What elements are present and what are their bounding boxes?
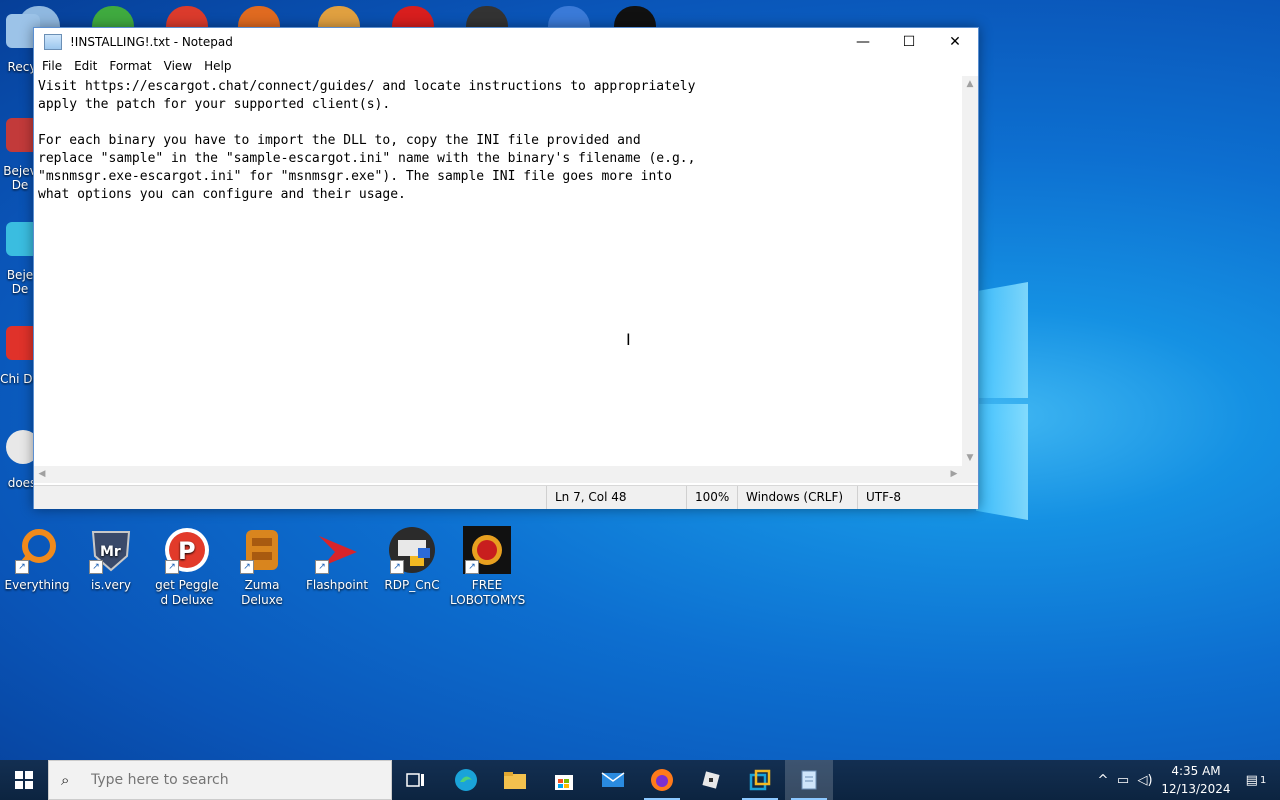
taskbar-app-blue[interactable] [736,760,784,800]
lobotomy-icon: ↗ [463,526,511,574]
minimize-button[interactable]: — [840,28,886,56]
horizontal-scrollbar[interactable]: ◀ ▶ [34,466,962,483]
svg-text:Mr: Mr [100,544,121,560]
taskbar-clock[interactable]: 4:35 AM 12/13/2024 [1160,762,1232,798]
scroll-right-icon[interactable]: ▶ [946,466,962,483]
status-position: Ln 7, Col 48 [546,486,627,509]
notepad-app-icon [44,34,62,50]
desktop-icon-top-8[interactable] [548,6,590,28]
svg-text:P: P [178,537,196,565]
desktop-icon-top-3[interactable] [166,6,208,28]
folder-icon [504,772,526,789]
taskbar-store[interactable] [540,760,588,800]
taskbar-notepad[interactable] [785,760,833,800]
desktop-icon-rdp-cnc[interactable]: ↗ RDP_CnC [375,526,449,593]
title-bar[interactable]: !INSTALLING!.txt - Notepad — ☐ ✕ [34,28,978,56]
desktop-icon-is-very[interactable]: Mr ↗ is.very [74,526,148,593]
menu-format[interactable]: Format [103,59,157,73]
clock-time: 4:35 AM [1171,764,1221,778]
scroll-up-icon[interactable]: ▲ [962,76,978,92]
shield-icon: Mr ↗ [87,526,135,574]
edge-icon [455,769,477,791]
clock-date: 12/13/2024 [1161,782,1231,796]
zuma-icon: ↗ [238,526,286,574]
desktop-icon-top-7[interactable] [466,6,508,28]
menu-edit[interactable]: Edit [68,59,103,73]
task-view-icon [406,773,424,787]
app-window-icon [749,769,771,791]
taskbar-edge[interactable] [442,760,490,800]
scroll-corner [962,466,978,483]
desktop-icon-flashpoint[interactable]: ↗ Flashpoint [300,526,374,593]
status-zoom: 100% [686,486,729,509]
desktop-icon-peggle[interactable]: P ↗ get Peggle d Deluxe [150,526,224,608]
taskbar: ⌕ ^ ▭ ◁) 4:35 AM 12/13/2024 ▤ 1 [0,760,1280,800]
menu-bar: File Edit Format View Help [34,56,978,76]
notification-icon: ▤ [1245,772,1258,788]
peggle-icon: P ↗ [163,526,211,574]
scroll-down-icon[interactable]: ▼ [962,450,978,466]
flashpoint-icon: ↗ [313,526,361,574]
menu-file[interactable]: File [36,59,68,73]
notifications-button[interactable]: ▤ 1 [1232,760,1280,800]
windows-start-icon [15,771,33,789]
desktop-icon-top-9[interactable] [614,6,656,28]
window-title: !INSTALLING!.txt - Notepad [70,35,233,49]
status-bar: Ln 7, Col 48 100% Windows (CRLF) UTF-8 [34,485,978,509]
firefox-icon [651,769,673,791]
desktop-icon-zuma-deluxe[interactable]: ↗ Zuma Deluxe [225,526,299,608]
status-line-ending: Windows (CRLF) [737,486,843,509]
chevron-up-icon[interactable]: ^ [1094,773,1112,788]
mail-icon [601,772,625,787]
rdp-icon: ↗ [388,526,436,574]
notepad-icon [801,770,817,790]
desktop-icon-free-lobotomys[interactable]: ↗ FREE LOBOTOMYS [450,526,525,608]
taskbar-mail[interactable] [589,760,637,800]
network-icon[interactable]: ▭ [1112,773,1134,788]
menu-help[interactable]: Help [198,59,237,73]
text-editor[interactable]: Visit https://escargot.chat/connect/guid… [34,76,962,466]
menu-view[interactable]: View [158,59,198,73]
notification-count: 1 [1259,774,1267,786]
scroll-left-icon[interactable]: ◀ [34,466,50,483]
vertical-scrollbar[interactable]: ▲ ▼ [962,76,978,466]
status-encoding: UTF-8 [857,486,901,509]
desktop-icon-everything[interactable]: ↗ Everything [0,526,74,593]
system-tray: ^ ▭ ◁) [1094,760,1156,800]
maximize-button[interactable]: ☐ [886,28,932,56]
notepad-window[interactable]: !INSTALLING!.txt - Notepad — ☐ ✕ File Ed… [33,27,979,509]
taskbar-firefox[interactable] [638,760,686,800]
close-button[interactable]: ✕ [932,28,978,56]
desktop-icon-top-4[interactable] [238,6,280,28]
start-button[interactable] [0,760,48,800]
text-cursor-icon: I [626,330,631,349]
desktop-icon-top-2[interactable] [92,6,134,28]
everything-icon: ↗ [13,526,61,574]
taskbar-roblox[interactable] [687,760,735,800]
search-input[interactable] [89,771,373,789]
volume-icon[interactable]: ◁) [1134,773,1156,788]
search-icon: ⌕ [61,771,70,789]
windows-logo-wallpaper [976,282,1028,520]
task-view-button[interactable] [392,760,440,800]
taskbar-file-explorer[interactable] [491,760,539,800]
store-icon [555,775,573,790]
desktop-icon-top-5[interactable] [318,6,360,28]
roblox-icon [702,771,720,789]
taskbar-search-box[interactable]: ⌕ [48,760,392,800]
desktop-icon-top-6[interactable] [392,6,434,28]
